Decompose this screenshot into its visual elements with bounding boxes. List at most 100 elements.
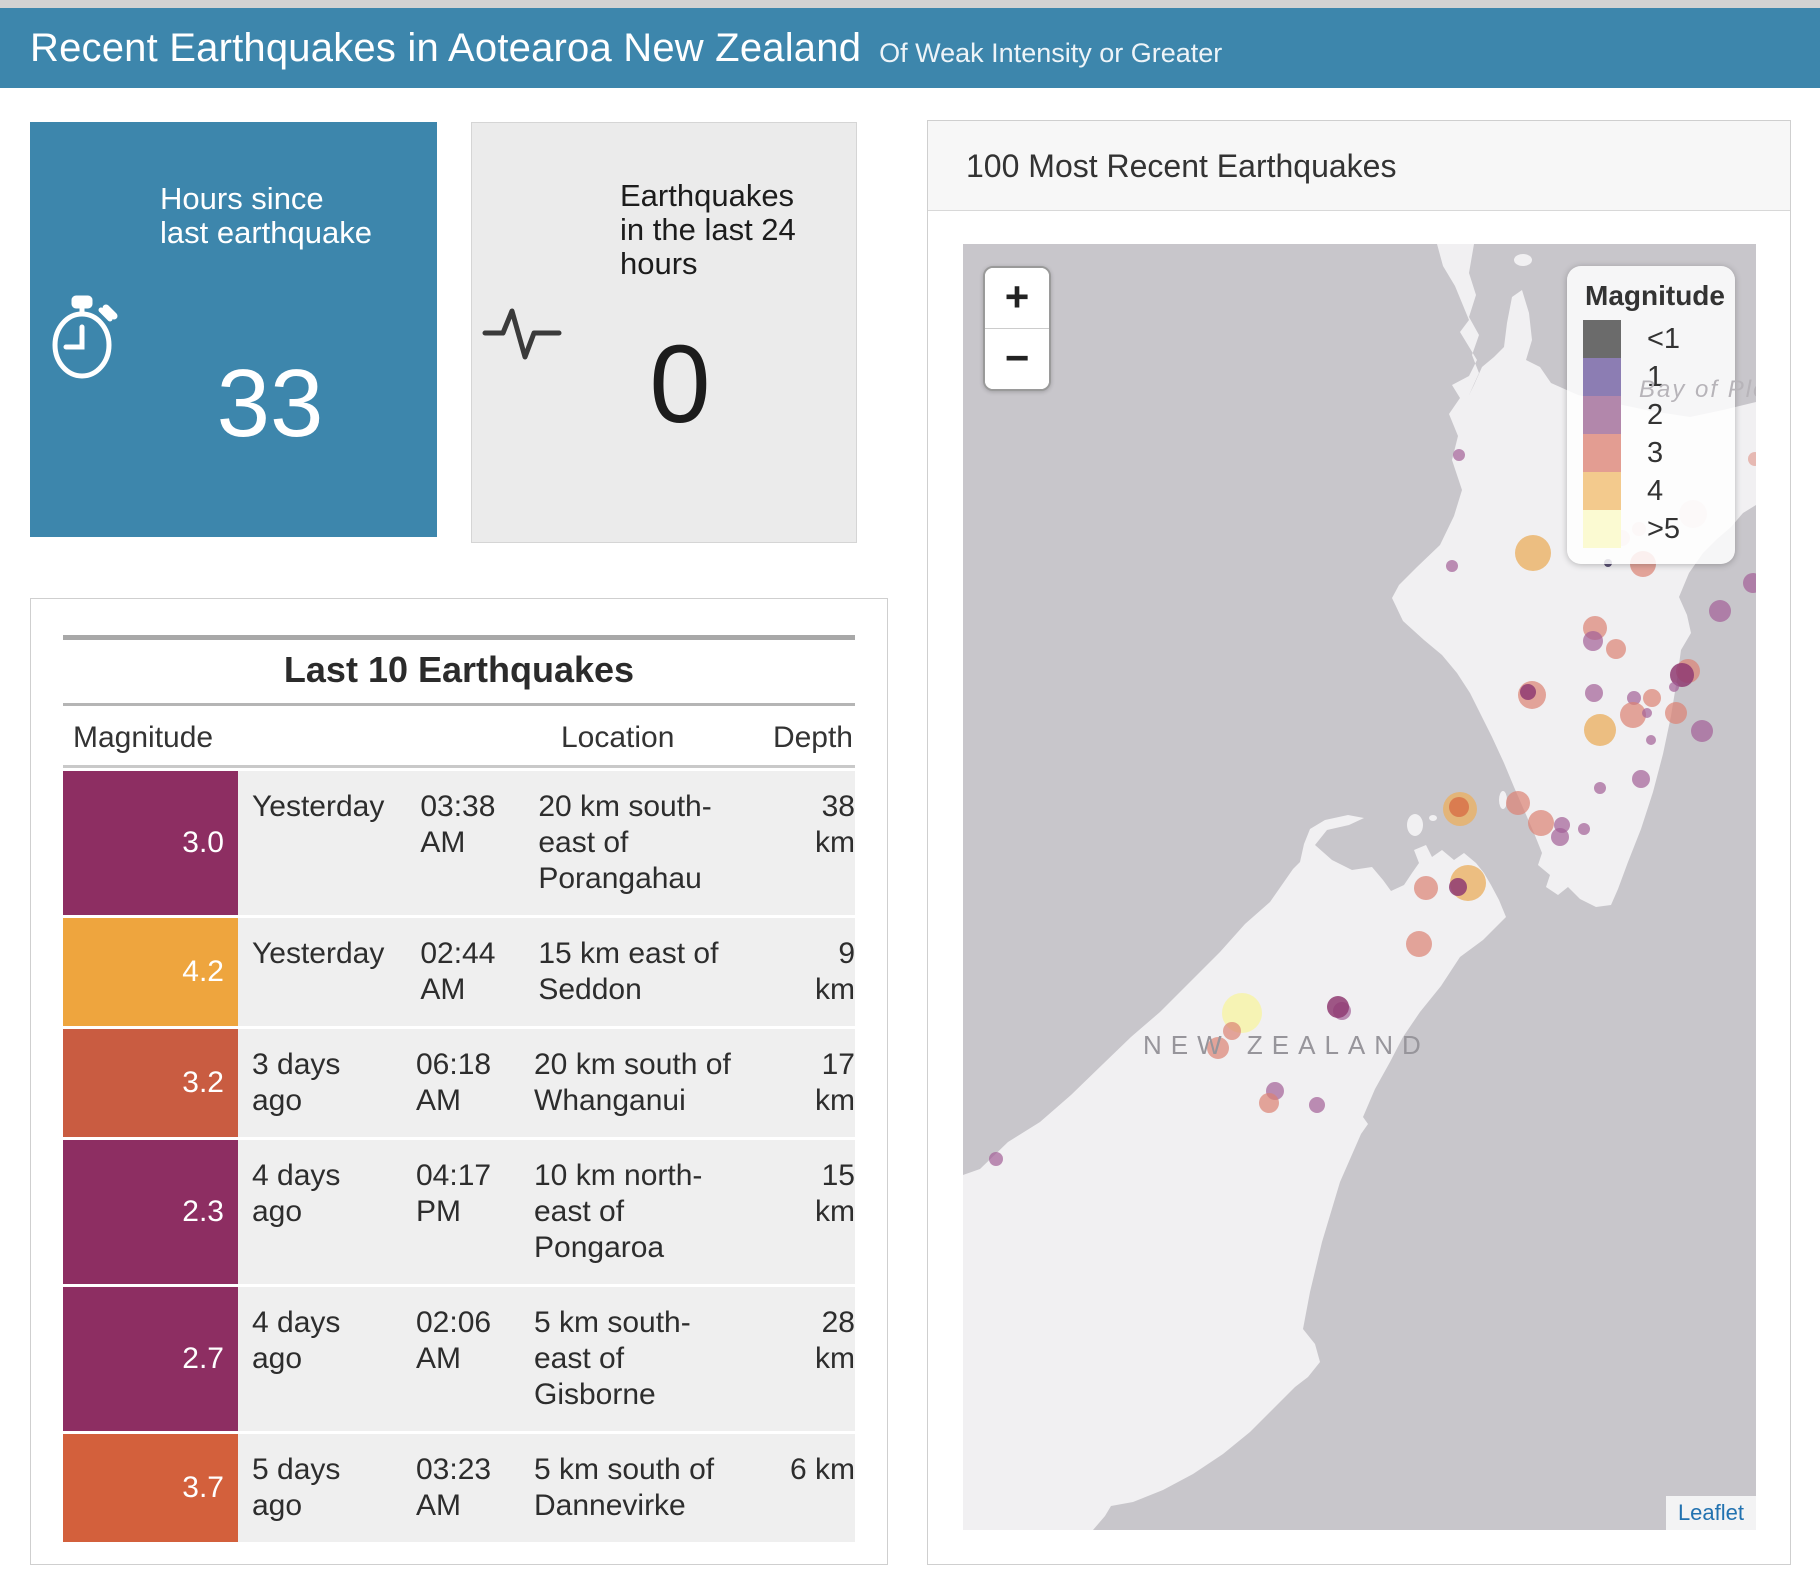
earthquake-marker[interactable]	[1594, 782, 1606, 794]
earthquake-table-row: 2.74 days ago02:06 AM5 km south-east of …	[63, 1287, 855, 1431]
earthquake-marker[interactable]	[1551, 828, 1569, 846]
divider	[63, 635, 855, 640]
earthquake-table-row: 3.0Yesterday03:38 AM20 km south-east of …	[63, 771, 855, 915]
earthquake-marker[interactable]	[1620, 702, 1646, 728]
last-earthquakes-panel: Last 10 Earthquakes Magnitude Location D…	[30, 598, 888, 1565]
location-cell: 15 km east of Seddon	[526, 918, 751, 1026]
earthquake-marker[interactable]	[1406, 931, 1432, 957]
earthquake-marker[interactable]	[1449, 797, 1469, 817]
legend-item: <1	[1583, 320, 1721, 358]
depth-cell: 6 km	[747, 1434, 855, 1542]
leaflet-attribution-link[interactable]: Leaflet	[1666, 1496, 1756, 1530]
magnitude-cell: 2.7	[63, 1287, 238, 1431]
column-header-magnitude: Magnitude	[73, 721, 213, 755]
earthquake-table-row: 3.23 days ago06:18 AM20 km south of Whan…	[63, 1029, 855, 1137]
time-ago-cell: Yesterday	[238, 918, 412, 1026]
earthquake-marker[interactable]	[1583, 631, 1603, 651]
new-zealand-label: NEW ZEALAND	[1143, 1030, 1430, 1061]
seismic-pulse-icon	[482, 299, 562, 374]
earthquake-marker[interactable]	[1506, 791, 1530, 815]
earthquake-marker[interactable]	[1528, 810, 1554, 836]
earthquake-marker[interactable]	[1632, 770, 1650, 788]
legend-label: >5	[1621, 513, 1680, 546]
time-ago-cell: 4 days ago	[238, 1140, 408, 1284]
legend-swatch	[1583, 320, 1621, 358]
legend-item: >5	[1583, 510, 1721, 548]
earthquake-table-row: 3.75 days ago03:23 AM5 km south of Danne…	[63, 1434, 855, 1542]
earthquake-marker[interactable]	[1449, 878, 1467, 896]
legend-swatch	[1583, 434, 1621, 472]
earthquake-marker[interactable]	[1646, 735, 1656, 745]
location-cell: 5 km south-east of Gisborne	[522, 1287, 747, 1431]
stopwatch-icon	[46, 294, 122, 385]
bay-of-plenty-label: Bay of Ple	[1639, 376, 1756, 404]
map-title: 100 Most Recent Earthquakes	[966, 121, 1396, 211]
location-cell: 10 km north-east of Pongaroa	[522, 1140, 747, 1284]
earthquake-marker[interactable]	[1665, 702, 1687, 724]
legend-label: 3	[1621, 437, 1663, 470]
zoom-out-button[interactable]: −	[985, 328, 1049, 389]
magnitude-legend: Magnitude <11234>5	[1567, 266, 1735, 564]
zoom-in-button[interactable]: +	[985, 268, 1049, 328]
clock-time-cell: 02:06 AM	[408, 1287, 522, 1431]
column-header-location: Location	[561, 721, 674, 755]
earthquake-marker[interactable]	[1414, 876, 1438, 900]
legend-swatch	[1583, 358, 1621, 396]
page-subtitle: Of Weak Intensity or Greater	[879, 38, 1222, 69]
earthquake-marker[interactable]	[1643, 689, 1661, 707]
divider	[63, 765, 855, 768]
clock-time-cell: 06:18 AM	[408, 1029, 522, 1137]
earthquake-table-row: 2.34 days ago04:17 PM10 km north-east of…	[63, 1140, 855, 1284]
earthquakes-24h-value: 0	[620, 329, 740, 441]
location-cell: 20 km south of Whanganui	[522, 1029, 747, 1137]
magnitude-cell: 3.7	[63, 1434, 238, 1542]
app-header: Recent Earthquakes in Aotearoa New Zeala…	[0, 8, 1820, 88]
legend-swatch	[1583, 472, 1621, 510]
magnitude-cell: 2.3	[63, 1140, 238, 1284]
legend-item: 3	[1583, 434, 1721, 472]
earthquake-marker[interactable]	[1606, 639, 1626, 659]
earthquake-table-row: 4.2Yesterday02:44 AM15 km east of Seddon…	[63, 918, 855, 1026]
earthquake-marker[interactable]	[1309, 1097, 1325, 1113]
recent-earthquakes-map-panel: 100 Most Recent Earthquakes	[927, 120, 1791, 1565]
leaflet-map[interactable]: + − Magnitude <11234>5 Bay of Ple NEW ZE…	[963, 244, 1756, 1530]
clock-time-cell: 04:17 PM	[408, 1140, 522, 1284]
earthquake-table-body: 3.0Yesterday03:38 AM20 km south-east of …	[63, 771, 855, 1545]
earthquake-marker[interactable]	[1327, 996, 1349, 1018]
map-zoom-control: + −	[983, 266, 1051, 391]
clock-time-cell: 03:23 AM	[408, 1434, 522, 1542]
time-ago-cell: 3 days ago	[238, 1029, 408, 1137]
earthquake-marker[interactable]	[1669, 682, 1679, 692]
earthquake-marker[interactable]	[1453, 449, 1465, 461]
depth-cell: 28 km	[747, 1287, 855, 1431]
earthquake-marker[interactable]	[1691, 720, 1713, 742]
earthquake-dashboard: Recent Earthquakes in Aotearoa New Zeala…	[0, 0, 1820, 1596]
earthquake-marker[interactable]	[1259, 1093, 1279, 1113]
earthquake-marker[interactable]	[1520, 684, 1536, 700]
legend-label: 4	[1621, 475, 1663, 508]
time-ago-cell: 5 days ago	[238, 1434, 408, 1542]
depth-cell: 17 km	[747, 1029, 855, 1137]
earthquake-marker[interactable]	[1515, 535, 1551, 571]
earthquake-marker[interactable]	[989, 1152, 1003, 1166]
magnitude-cell: 4.2	[63, 918, 238, 1026]
page-title: Recent Earthquakes in Aotearoa New Zeala…	[30, 26, 861, 71]
depth-cell: 9 km	[751, 918, 855, 1026]
earthquake-marker[interactable]	[1642, 708, 1652, 718]
column-header-depth: Depth	[773, 721, 853, 755]
stat-label: Hours since last earthquake	[160, 182, 380, 250]
earthquake-marker[interactable]	[1709, 600, 1731, 622]
stat-card-earthquakes-24h: Earthquakes in the last 24 hours 0	[471, 122, 857, 543]
magnitude-cell: 3.2	[63, 1029, 238, 1137]
earthquake-marker[interactable]	[1446, 560, 1458, 572]
depth-cell: 38 km	[751, 771, 855, 915]
earthquake-marker[interactable]	[1578, 823, 1590, 835]
earthquake-marker[interactable]	[1585, 684, 1603, 702]
table-header-row: Magnitude Location Depth	[63, 715, 855, 763]
legend-swatch	[1583, 396, 1621, 434]
table-title: Last 10 Earthquakes	[31, 649, 887, 691]
location-cell: 5 km south of Dannevirke	[522, 1434, 747, 1542]
map-panel-header: 100 Most Recent Earthquakes	[928, 121, 1790, 211]
location-cell: 20 km south-east of Porangahau	[526, 771, 751, 915]
earthquake-marker[interactable]	[1584, 714, 1616, 746]
